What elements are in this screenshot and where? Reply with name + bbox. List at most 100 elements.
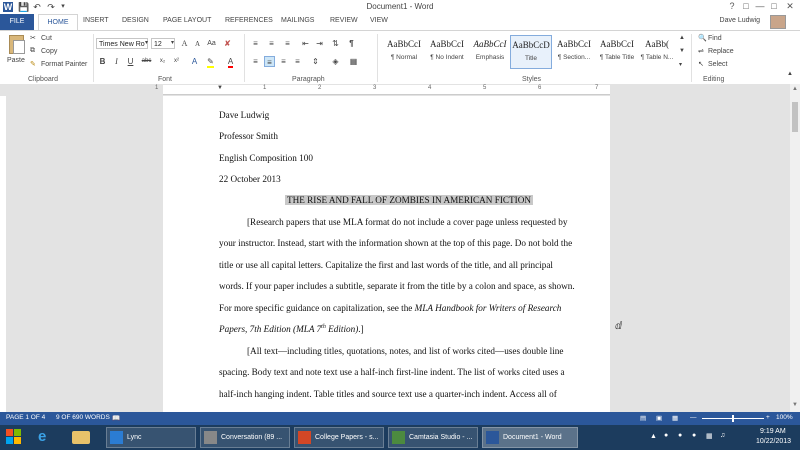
align-left-icon[interactable]: ≡ [250,56,261,67]
select-icon[interactable]: ↖ [698,60,704,68]
taskbar-item-word[interactable]: Document1 - Word [482,427,578,448]
font-color-icon[interactable]: A [225,56,236,68]
body-line[interactable]: For more specific guidance on capitaliza… [219,303,561,313]
tray-app-icon[interactable]: ● [692,432,696,439]
superscript-icon[interactable]: x² [171,56,182,67]
taskbar-item-powerpoint[interactable]: College Papers - s... [294,427,384,448]
style-no-indent[interactable]: AaBbCcI ¶ No Indent [426,35,468,69]
copy-button[interactable]: Copy [41,48,57,55]
paste-button[interactable]: Paste [7,57,25,64]
align-center-icon[interactable]: ≡ [264,56,275,67]
maximize-icon[interactable]: □ [768,1,780,12]
find-icon[interactable]: 🔍 [698,34,707,42]
italic-icon[interactable]: I [111,56,122,67]
body-line[interactable]: spacing. Body text and note text use a h… [219,367,565,377]
print-layout-icon[interactable]: ▣ [656,414,662,422]
bullets-icon[interactable]: ≡ [250,38,261,49]
body-line[interactable]: title or use all capital letters. Capita… [219,260,553,270]
taskbar-item-conversation[interactable]: Conversation (89 ... [200,427,290,448]
style-table-title[interactable]: AaBbCcI ¶ Table Title [596,35,638,69]
avatar[interactable] [770,15,786,29]
author-line[interactable]: Dave Ludwig [219,110,269,120]
justify-icon[interactable]: ≡ [292,56,303,67]
professor-line[interactable]: Professor Smith [219,131,278,141]
highlight-color-icon[interactable]: ✎ [205,56,216,68]
cut-button[interactable]: Cut [41,35,52,42]
style-title[interactable]: AaBbCcD Title [510,35,552,69]
collapse-ribbon-icon[interactable]: ▲ [787,71,793,77]
text-effects-icon[interactable]: A [189,56,200,67]
body-line[interactable]: [Research papers that use MLA format do … [247,217,567,227]
tab-file[interactable]: FILE [0,14,34,30]
course-line[interactable]: English Composition 100 [219,153,313,163]
internet-explorer-icon[interactable]: e [38,428,46,445]
tab-mailings[interactable]: MAILINGS [281,17,314,24]
scroll-up-icon[interactable]: ▲ [792,86,798,92]
minimize-icon[interactable]: — [754,1,766,12]
clock-time[interactable]: 9:19 AM [760,428,786,435]
indent-marker-icon[interactable]: ▼ [217,85,223,91]
body-line[interactable]: [All text—including titles, quotations, … [247,346,563,356]
font-size-chevron-down-icon[interactable]: ▾ [171,39,174,46]
bold-icon[interactable]: B [97,56,108,67]
scroll-down-icon[interactable]: ▼ [792,402,798,408]
replace-icon[interactable]: ⇌ [698,47,704,55]
grow-font-icon[interactable]: A [179,38,190,49]
select-button[interactable]: Select [708,61,727,68]
body-line[interactable]: half-inch hanging indent. Table titles a… [219,389,557,399]
tab-insert[interactable]: INSERT [83,17,109,24]
proofing-icon[interactable]: 📖 [112,414,120,422]
font-name-chevron-down-icon[interactable]: ▾ [145,39,148,46]
tab-references[interactable]: REFERENCES [225,17,273,24]
zoom-slider-thumb[interactable] [732,415,734,422]
tab-view[interactable]: VIEW [370,17,388,24]
numbering-icon[interactable]: ≡ [266,38,277,49]
style-table-note[interactable]: AaBb( ¶ Table N... [639,35,675,69]
tab-review[interactable]: REVIEW [330,17,358,24]
zoom-out-icon[interactable]: — [690,414,697,421]
volume-icon[interactable]: ♫ [720,432,725,439]
document-page[interactable]: Dave Ludwig Professor Smith English Comp… [163,96,610,412]
tab-page-layout[interactable]: PAGE LAYOUT [163,17,211,24]
increase-indent-icon[interactable]: ⇥ [314,38,325,49]
body-line[interactable]: your instructor. Instead, start with the… [219,238,572,248]
style-section[interactable]: AaBbCcI ¶ Section... [553,35,595,69]
style-emphasis[interactable]: AaBbCcI Emphasis [469,35,511,69]
read-mode-icon[interactable]: ▤ [640,414,646,422]
font-name-dropdown[interactable]: Times New Ro [96,38,148,49]
paste-icon[interactable] [7,35,25,55]
clock-date[interactable]: 10/22/2013 [756,438,791,445]
ribbon-display-options-icon[interactable]: □ [740,1,752,12]
subscript-icon[interactable]: x₂ [157,56,168,67]
clear-formatting-icon[interactable]: ✘ [222,38,233,49]
taskbar-item-camtasia[interactable]: Camtasia Studio - ... [388,427,478,448]
borders-icon[interactable]: ▦ [348,56,359,67]
file-explorer-icon[interactable] [72,431,90,444]
body-line[interactable]: words. If your paper includes a subtitle… [219,281,575,291]
underline-icon[interactable]: U [125,56,136,67]
strikethrough-icon[interactable]: abc [141,56,152,67]
styles-scroll-up-icon[interactable]: ▲ [679,35,685,41]
copy-icon[interactable]: ⧉ [30,47,35,55]
body-line[interactable]: Papers, 7th Edition (MLA 7th Edition).] [219,324,364,334]
vertical-scrollbar[interactable]: ▲ ▼ [790,84,800,412]
styles-scroll-down-icon[interactable]: ▼ [679,48,685,54]
zoom-in-icon[interactable]: + [766,414,770,421]
user-name[interactable]: Dave Ludwig [720,17,760,24]
multilevel-list-icon[interactable]: ≡ [282,38,293,49]
cut-icon[interactable]: ✂ [30,34,36,42]
sort-icon[interactable]: ⇅ [330,38,341,49]
help-icon[interactable]: ? [726,1,738,12]
web-layout-icon[interactable]: ▦ [672,414,678,422]
shading-icon[interactable]: ◈ [330,56,341,67]
close-icon[interactable]: ✕ [784,1,796,12]
page-count[interactable]: PAGE 1 OF 4 [6,414,45,421]
horizontal-ruler[interactable]: 1 ▼ 1 2 3 4 5 6 7 [155,85,610,95]
paper-title[interactable]: THE RISE AND FALL OF ZOMBIES IN AMERICAN… [285,195,533,205]
tab-design[interactable]: DESIGN [122,17,149,24]
decrease-indent-icon[interactable]: ⇤ [300,38,311,49]
windows-start-icon[interactable] [6,429,22,445]
word-count[interactable]: 9 OF 690 WORDS [56,414,110,421]
taskbar-item-lync[interactable]: Lync [106,427,196,448]
network-icon[interactable]: ▦ [706,432,713,440]
